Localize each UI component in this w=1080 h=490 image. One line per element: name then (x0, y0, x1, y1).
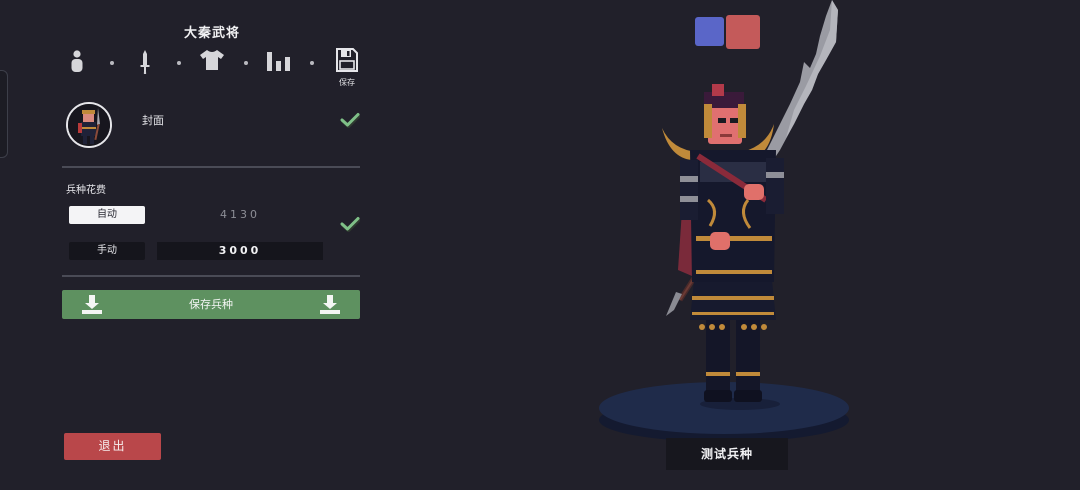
armor-icon[interactable] (200, 50, 224, 74)
cover-label: 封面 (142, 114, 164, 127)
cover-check-icon[interactable] (340, 112, 361, 132)
tab-separator (177, 61, 181, 65)
side-drawer-handle[interactable] (0, 70, 8, 158)
save-unit-button[interactable]: 保存兵种 (62, 290, 360, 319)
tab-separator (310, 61, 314, 65)
unit-name-title: 大秦武将 (183, 26, 240, 41)
manual-cost-input[interactable] (157, 242, 323, 260)
stats-icon[interactable] (267, 50, 291, 76)
save-icon[interactable] (336, 48, 358, 76)
tab-separator (244, 61, 248, 65)
save-unit-label: 保存兵种 (189, 298, 233, 311)
editor-tab-bar: 保存 (62, 46, 362, 88)
unit-cost-label: 兵种花费 (66, 185, 106, 196)
tab-separator (110, 61, 114, 65)
section-divider (62, 166, 360, 168)
download-icon (320, 295, 340, 318)
manual-cost-button[interactable]: 手动 (69, 242, 145, 260)
unit-icon[interactable] (70, 50, 84, 76)
cover-section: 封面 (66, 102, 362, 148)
cover-avatar[interactable] (66, 102, 112, 148)
exit-button[interactable]: 退出 (64, 433, 161, 460)
save-tab-label: 保存 (339, 78, 355, 87)
auto-cost-button[interactable]: 自动 (69, 206, 145, 224)
unit-preview-scene[interactable] (580, 0, 880, 486)
auto-cost-value: 4130 (220, 208, 260, 221)
cost-check-icon[interactable] (340, 216, 361, 236)
section-divider (62, 275, 360, 277)
test-unit-button[interactable]: 测试兵种 (666, 438, 788, 470)
weapon-icon[interactable] (140, 50, 150, 78)
